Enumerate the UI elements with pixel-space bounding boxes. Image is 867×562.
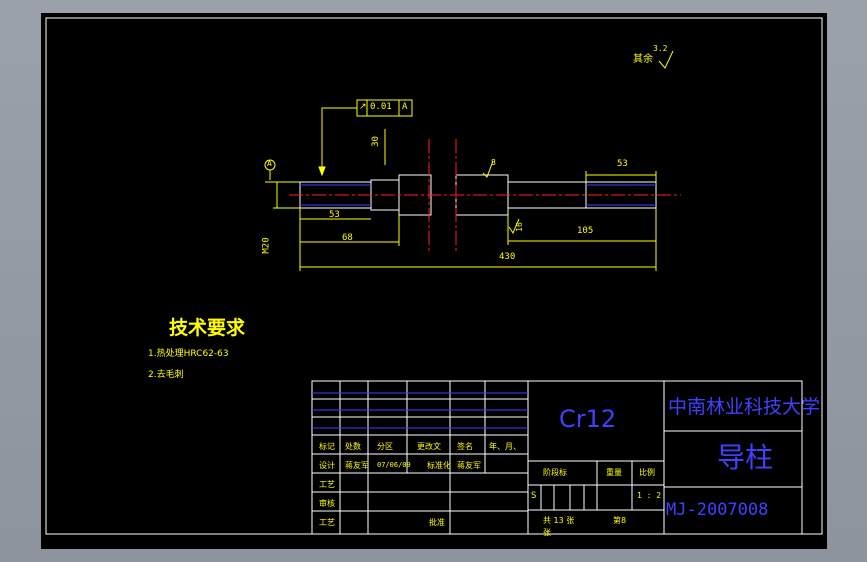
tb-stage-value: S	[531, 491, 537, 501]
dim-16: 16	[514, 222, 524, 232]
tb-scale-label: 比例	[639, 468, 655, 477]
dim-53-right: 53	[617, 159, 628, 169]
title-block-blue-rules	[312, 392, 528, 429]
tb-header-4: 签名	[457, 442, 473, 451]
runout-value: 0.01	[370, 102, 392, 112]
dim-30: 30	[370, 136, 381, 147]
tb-designer: 蒋友军	[345, 461, 369, 470]
tb-header-5: 年、月、	[489, 442, 521, 451]
tb-approve: 批准	[429, 518, 445, 527]
drawing-number: MJ-2007008	[666, 500, 769, 520]
drawing-canvas: 其余 3.2 ↗ 0.01 A A 30 M20 53 68 430 53 10…	[41, 13, 827, 549]
roughness-value: 3.2	[653, 44, 668, 53]
tb-scale-value: 1 : 2	[637, 491, 662, 500]
tb-header-3: 更改文	[417, 442, 441, 451]
tb-sheet-total: 共 13 张	[543, 516, 575, 525]
material: Cr12	[559, 405, 617, 433]
tech-req-title: 技术要求	[169, 317, 246, 339]
dim-105: 105	[577, 226, 594, 236]
dim-430: 430	[499, 252, 516, 262]
tb-header-2: 分区	[377, 442, 393, 451]
dim-68: 68	[342, 233, 353, 243]
dim-53-left: 53	[329, 210, 340, 220]
title-block-grid	[312, 381, 528, 534]
dim-m20: M20	[261, 237, 272, 254]
datum-label: A	[267, 159, 272, 168]
tb-review: 审核	[319, 499, 335, 508]
dim-8: 8	[491, 158, 496, 167]
tb-standardize: 标准化	[427, 461, 451, 470]
tb-sheet-extra: 张	[543, 528, 551, 537]
tb-header-1: 处数	[345, 442, 361, 451]
roughness-icon	[658, 50, 674, 69]
tech-req-item-1: 1.热处理HRC62-63	[148, 349, 229, 359]
tb-designer2: 蒋友军	[457, 461, 481, 470]
tech-req-item-2: 2.去毛刺	[148, 370, 184, 380]
tb-design: 设计	[319, 461, 335, 470]
runout-datum: A	[402, 102, 408, 112]
drawing-border	[45, 17, 823, 535]
university: 中南林业科技大学	[668, 396, 821, 418]
part-name: 导柱	[717, 441, 774, 474]
runout-symbol-icon: ↗	[359, 102, 367, 112]
tb-stage-label: 阶段标	[543, 468, 567, 477]
dimension-lines	[273, 129, 657, 271]
tb-craft1: 工艺	[319, 480, 335, 489]
tb-craft2: 工艺	[319, 518, 335, 527]
roughness-note: 其余	[633, 54, 653, 65]
tb-date: 07/06/09	[377, 461, 411, 469]
tb-sheet-no: 第8	[613, 516, 627, 525]
tb-weight-label: 重量	[606, 468, 622, 477]
tb-header-0: 标记	[319, 442, 335, 451]
